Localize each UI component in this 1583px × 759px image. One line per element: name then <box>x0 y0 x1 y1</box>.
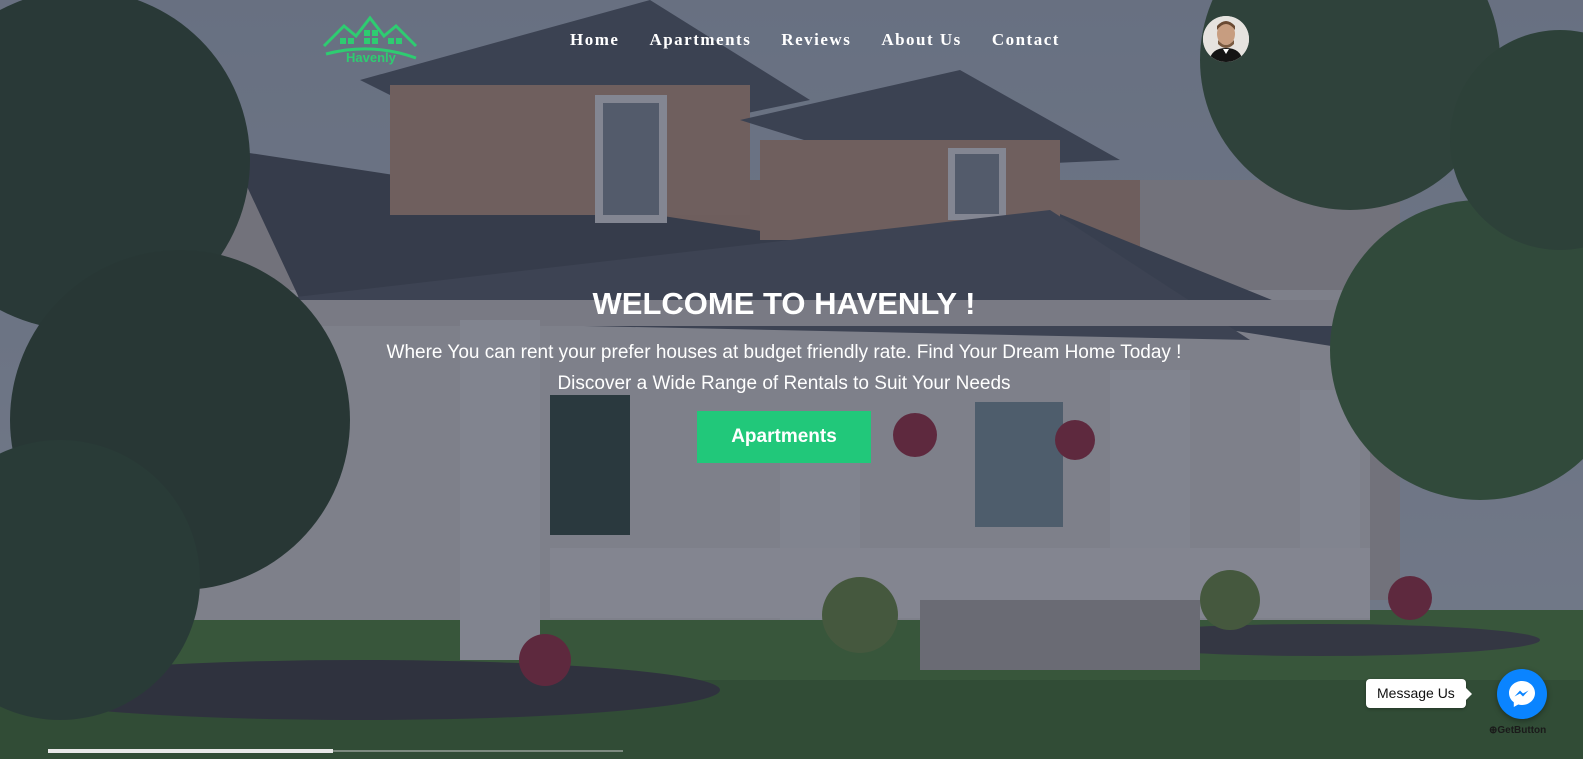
getbutton-credit[interactable]: ⊕GetButton <box>1489 725 1546 736</box>
nav-apartments[interactable]: Apartments <box>649 30 751 50</box>
messenger-button[interactable] <box>1497 669 1547 719</box>
hero-tagline: Where You can rent your prefer houses at… <box>386 342 1182 363</box>
user-avatar-icon <box>1203 16 1249 62</box>
apartments-cta-button[interactable]: Apartments <box>697 411 871 463</box>
hero-subtagline: Discover a Wide Range of Rentals to Suit… <box>557 373 1011 394</box>
nav-about-us[interactable]: About Us <box>881 30 962 50</box>
main-nav: Home Apartments Reviews About Us Contact <box>570 30 1090 50</box>
hero-title: WELCOME TO HAVENLY ! <box>592 286 976 321</box>
nav-home[interactable]: Home <box>570 30 619 50</box>
user-avatar[interactable] <box>1203 16 1249 62</box>
horizontal-scrollbar-thumb[interactable] <box>48 749 333 753</box>
hero-section: Havenly Home Apartments Reviews About Us… <box>0 0 1583 759</box>
message-us-bubble[interactable]: Message Us <box>1366 679 1472 708</box>
nav-contact[interactable]: Contact <box>992 30 1060 50</box>
messenger-icon <box>1509 681 1535 707</box>
logo-wordmark: Havenly <box>346 50 396 65</box>
horizontal-scrollbar-track[interactable] <box>333 750 623 752</box>
nav-reviews[interactable]: Reviews <box>781 30 851 50</box>
